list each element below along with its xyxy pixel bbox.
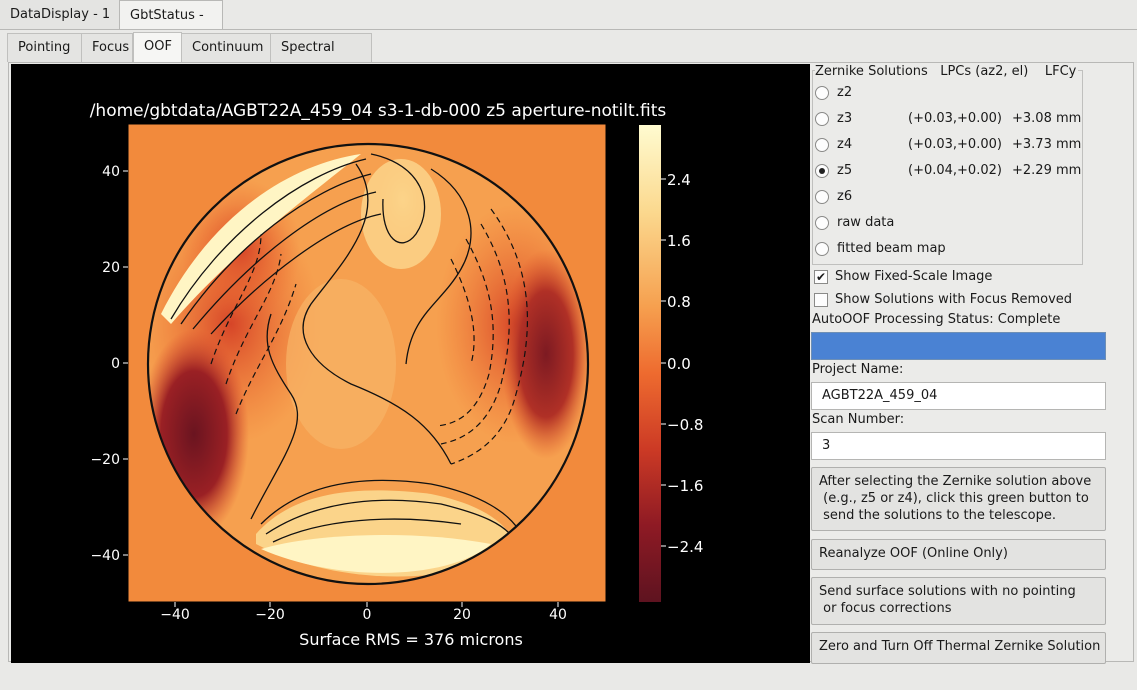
radio-button[interactable] [815, 112, 829, 126]
project-name-field[interactable]: AGBT22A_459_04 [811, 382, 1106, 410]
radio-label: z6 [837, 189, 853, 204]
processing-progress-bar [811, 332, 1106, 360]
y-tick-label: 0 [111, 356, 120, 372]
colorbar-tick-label: 1.6 [667, 232, 691, 250]
surface-rms-label: Surface RMS = 376 microns [299, 630, 523, 649]
aperture-plot-svg: /home/gbtdata/AGBT22A_459_04 s3-1-db-000… [90, 101, 704, 649]
fixed-scale-checkbox[interactable]: ✔ [814, 270, 828, 284]
send-solutions-button[interactable]: After selecting the Zernike solution abo… [811, 467, 1106, 531]
radio-z5[interactable]: z5 (+0.04,+0.02) +2.29 mm [815, 163, 1083, 183]
y-tick-label: −20 [90, 452, 120, 468]
radio-label: z3 [837, 111, 853, 126]
tab-focus[interactable]: Focus [81, 33, 133, 62]
colorbar-tick-label: −1.6 [667, 477, 703, 495]
lfc-value: +3.73 mm [1012, 137, 1082, 152]
y-tick-label: 40 [102, 164, 120, 180]
radio-fitted-beam-map[interactable]: fitted beam map [815, 241, 1083, 261]
radio-button-selected[interactable] [815, 164, 829, 178]
radio-button[interactable] [815, 86, 829, 100]
focus-removed-checkbox[interactable] [814, 293, 828, 307]
button-text: send the solutions to the telescope. [819, 508, 1056, 523]
radio-z4[interactable]: z4 (+0.03,+0.00) +3.73 mm [815, 137, 1083, 157]
x-tick-label: 0 [363, 607, 372, 623]
window-tab-bar: DataDisplay - 1 GbtStatus - 1 [0, 0, 1137, 52]
colorbar-tick-label: −0.8 [667, 416, 703, 434]
reanalyze-oof-button[interactable]: Reanalyze OOF (Online Only) [811, 539, 1106, 570]
progress-fill [812, 333, 1105, 359]
processing-status-label: AutoOOF Processing Status: Complete [812, 312, 1061, 327]
checkbox-label: Show Solutions with Focus Removed [835, 292, 1073, 307]
colorbar-tick-label: 0.0 [667, 355, 691, 373]
checkbox-label: Show Fixed-Scale Image [835, 269, 993, 284]
aperture-plot: /home/gbtdata/AGBT22A_459_04 s3-1-db-000… [11, 64, 810, 663]
y-tick-marks [123, 170, 128, 556]
radio-label: raw data [837, 215, 895, 230]
button-text: (e.g., z5 or z4), click this green butto… [819, 491, 1089, 506]
radio-label: z2 [837, 85, 853, 100]
tab-continuum[interactable]: Continuum [181, 33, 271, 62]
scan-number-field[interactable]: 3 [811, 432, 1106, 460]
button-text: Send surface solutions with no pointing [819, 584, 1076, 599]
x-tick-label: −40 [160, 607, 190, 623]
colorbar-tick-marks [661, 178, 666, 547]
radio-label: z4 [837, 137, 853, 152]
radio-z3[interactable]: z3 (+0.03,+0.00) +3.08 mm [815, 111, 1083, 131]
lpc-value: (+0.03,+0.00) [908, 111, 1002, 126]
tab-oof[interactable]: OOF [133, 32, 182, 63]
radio-button[interactable] [815, 242, 829, 256]
lfc-value: +3.08 mm [1012, 111, 1082, 126]
radio-raw-data[interactable]: raw data [815, 215, 1083, 235]
x-tick-label: 20 [453, 607, 471, 623]
radio-label: z5 [837, 163, 853, 178]
button-text: Reanalyze OOF (Online Only) [819, 546, 1008, 561]
radio-z2[interactable]: z2 [815, 85, 1083, 105]
lpc-value: (+0.04,+0.02) [908, 163, 1002, 178]
lpc-value: (+0.03,+0.00) [908, 137, 1002, 152]
project-name-label: Project Name: [812, 362, 904, 377]
colorbar-tick-label: 0.8 [667, 293, 691, 311]
colorbar-tick-label: −2.4 [667, 538, 703, 556]
radio-z6[interactable]: z6 [815, 189, 1083, 209]
scan-number-label: Scan Number: [812, 412, 905, 427]
tab-spectral-line[interactable]: Spectral Line [270, 33, 372, 83]
radio-dot [819, 168, 825, 174]
colorbar-tick-label: 2.4 [667, 171, 691, 189]
tab-divider [0, 29, 1137, 30]
button-text: After selecting the Zernike solution abo… [819, 474, 1092, 489]
radio-button[interactable] [815, 216, 829, 230]
plot-title: /home/gbtdata/AGBT22A_459_04 s3-1-db-000… [90, 101, 667, 121]
radio-label: fitted beam map [837, 241, 946, 256]
window-tab-datadisplay[interactable]: DataDisplay - 1 [0, 0, 121, 29]
radio-button[interactable] [815, 138, 829, 152]
button-text: or focus corrections [819, 601, 952, 616]
radio-button[interactable] [815, 190, 829, 204]
colorbar [639, 125, 661, 602]
zernike-group-header: Zernike Solutions LPCs (az2, el) LFCy [815, 64, 1079, 79]
zero-thermal-zernike-button[interactable]: Zero and Turn Off Thermal Zernike Soluti… [811, 632, 1106, 664]
send-surface-solutions-button[interactable]: Send surface solutions with no pointing … [811, 577, 1106, 625]
x-tick-label: −20 [255, 607, 285, 623]
button-text: Zero and Turn Off Thermal Zernike Soluti… [819, 639, 1101, 654]
x-tick-label: 40 [549, 607, 567, 623]
window-tab-gbtstatus[interactable]: GbtStatus - 1 [119, 0, 223, 52]
lfc-value: +2.29 mm [1012, 163, 1082, 178]
y-tick-label: −40 [90, 548, 120, 564]
tab-pointing[interactable]: Pointing [7, 33, 82, 62]
y-tick-label: 20 [102, 260, 120, 276]
